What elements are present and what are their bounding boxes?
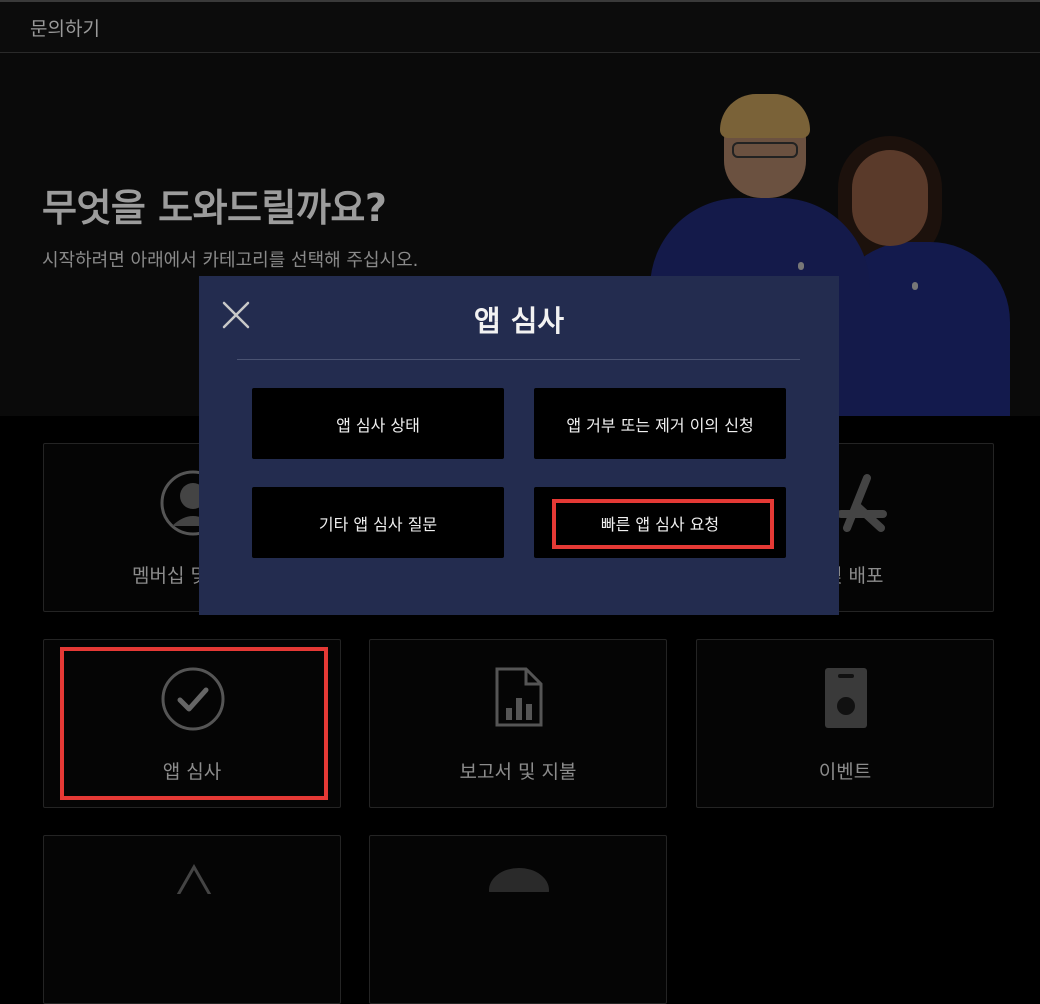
card-label: 보고서 및 지불 — [459, 761, 577, 783]
report-chart-icon — [495, 667, 543, 727]
card-label: 이벤트 — [818, 761, 872, 783]
top-bar: 문의하기 — [0, 0, 1040, 53]
highlight-expedited-review-button — [552, 499, 774, 549]
modal-title: 앱 심사 — [473, 304, 565, 338]
app-review-status-button[interactable]: 앱 심사 상태 — [252, 388, 504, 459]
category-card-partial[interactable] — [369, 835, 667, 1004]
app-store-icon — [837, 474, 887, 532]
glasses — [732, 142, 798, 158]
hero-title: 무엇을 도와드릴까요? — [42, 186, 387, 230]
hero-subtitle: 시작하려면 아래에서 카테고리를 선택해 주십시오. — [42, 250, 419, 271]
warning-icon — [176, 864, 212, 894]
category-card-events[interactable]: 이벤트 — [696, 639, 994, 808]
category-card-reports[interactable]: 보고서 및 지불 — [369, 639, 667, 808]
card-label: 멤버십 및 — [132, 565, 208, 587]
badge-icon — [825, 668, 867, 728]
hero-person-face — [852, 150, 928, 246]
page-title: 문의하기 — [30, 18, 100, 40]
category-card-partial[interactable] — [43, 835, 341, 1004]
apple-logo-icon — [798, 262, 804, 270]
appeal-rejection-button[interactable]: 앱 거부 또는 제거 이의 신청 — [534, 388, 786, 459]
other-review-questions-button[interactable]: 기타 앱 심사 질문 — [252, 487, 504, 558]
highlight-app-review-card — [60, 647, 328, 800]
app-review-modal: 앱 심사 앱 심사 상태 앱 거부 또는 제거 이의 신청 기타 앱 심사 질문… — [199, 276, 839, 615]
chat-icon — [489, 868, 549, 892]
apple-logo-icon — [912, 282, 918, 290]
modal-divider — [237, 359, 800, 360]
